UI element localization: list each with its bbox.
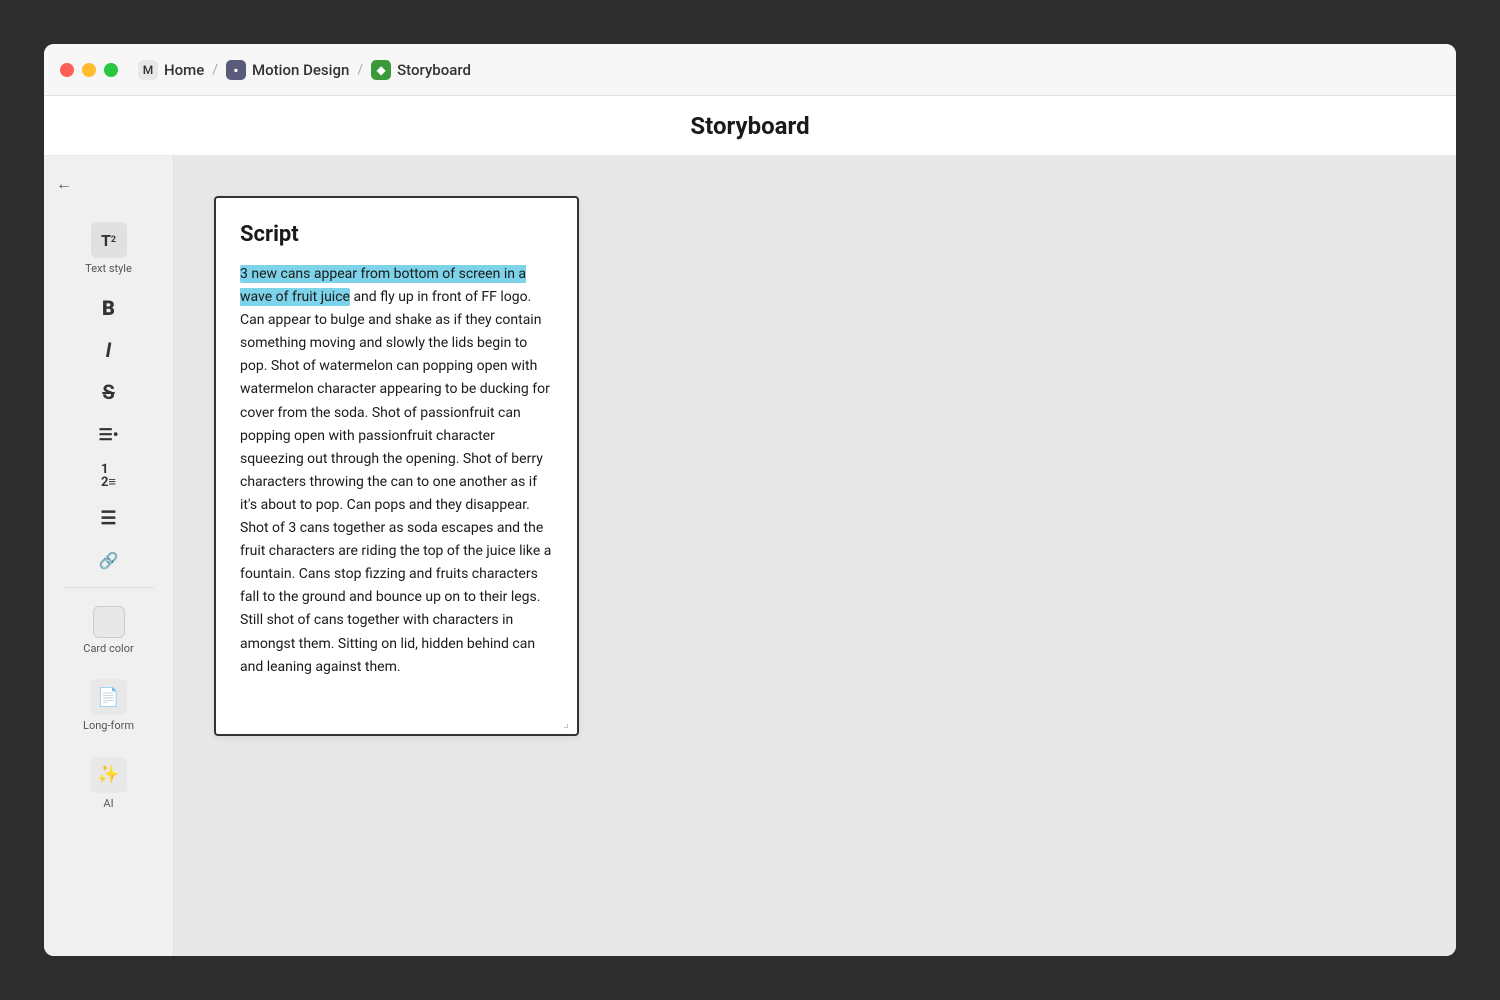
align-button[interactable]: ☰ xyxy=(50,499,166,537)
breadcrumb: M Home / ▪ Motion Design / ◆ Storyboard xyxy=(138,60,471,80)
unordered-list-icon: ☰• xyxy=(98,425,118,444)
breadcrumb-home[interactable]: M Home xyxy=(138,60,204,80)
sidebar-item-ai[interactable]: ✨ AI xyxy=(50,747,166,820)
card-color-swatch[interactable] xyxy=(93,606,125,638)
minimize-button[interactable] xyxy=(82,63,96,77)
sidebar-item-card-color[interactable]: Card color xyxy=(50,596,166,665)
script-body-text: and fly up in front of FF logo. Can appe… xyxy=(240,289,551,675)
card-color-label: Card color xyxy=(83,642,133,655)
separator-2: / xyxy=(357,62,363,78)
home-icon: M xyxy=(138,60,158,80)
italic-button[interactable]: I xyxy=(50,331,166,369)
home-label: Home xyxy=(164,61,204,79)
breadcrumb-storyboard[interactable]: ◆ Storyboard xyxy=(371,60,471,80)
ordered-list-icon: 12≡ xyxy=(101,463,116,489)
sidebar-item-text-style[interactable]: T2 Text style xyxy=(50,212,166,285)
italic-icon: I xyxy=(106,338,112,362)
strikethrough-button[interactable]: S xyxy=(50,373,166,411)
motion-icon: ▪ xyxy=(226,60,246,80)
long-form-label: Long-form xyxy=(83,719,134,732)
sidebar-divider-1 xyxy=(63,587,153,588)
page-title: Storyboard xyxy=(690,112,809,140)
back-button[interactable]: ← xyxy=(44,168,173,200)
sidebar: ← T2 Text style B I S ☰• xyxy=(44,156,174,956)
ordered-list-button[interactable]: 12≡ xyxy=(50,457,166,495)
bold-icon: B xyxy=(102,296,115,320)
storyboard-icon: ◆ xyxy=(371,60,391,80)
maximize-button[interactable] xyxy=(104,63,118,77)
canvas-area[interactable]: Script 3 new cans appear from bottom of … xyxy=(174,156,1456,956)
link-button[interactable]: 🔗 xyxy=(50,541,166,579)
link-icon: 🔗 xyxy=(99,551,119,570)
page-title-bar: Storyboard xyxy=(44,96,1456,156)
text-style-label: Text style xyxy=(85,262,132,275)
app-window: M Home / ▪ Motion Design / ◆ Storyboard … xyxy=(44,44,1456,956)
motion-label: Motion Design xyxy=(252,61,349,79)
main-content: ← T2 Text style B I S ☰• xyxy=(44,156,1456,956)
traffic-lights xyxy=(60,63,118,77)
sidebar-item-long-form[interactable]: 📄 Long-form xyxy=(50,669,166,742)
align-icon: ☰ xyxy=(100,508,116,529)
unordered-list-button[interactable]: ☰• xyxy=(50,415,166,453)
text-style-icon: T2 xyxy=(91,222,127,258)
back-icon: ← xyxy=(56,174,72,194)
storyboard-label: Storyboard xyxy=(397,61,471,79)
script-card[interactable]: Script 3 new cans appear from bottom of … xyxy=(214,196,579,736)
separator-1: / xyxy=(212,62,218,78)
script-card-title: Script xyxy=(240,222,553,247)
bold-button[interactable]: B xyxy=(50,289,166,327)
titlebar: M Home / ▪ Motion Design / ◆ Storyboard xyxy=(44,44,1456,96)
close-button[interactable] xyxy=(60,63,74,77)
strikethrough-icon: S xyxy=(102,380,114,404)
breadcrumb-motion[interactable]: ▪ Motion Design xyxy=(226,60,349,80)
ai-icon: ✨ xyxy=(91,757,127,793)
long-form-icon: 📄 xyxy=(91,679,127,715)
resize-handle[interactable]: ⌟ xyxy=(559,716,573,730)
script-body[interactable]: 3 new cans appear from bottom of screen … xyxy=(240,263,553,679)
ai-label: AI xyxy=(103,797,113,810)
